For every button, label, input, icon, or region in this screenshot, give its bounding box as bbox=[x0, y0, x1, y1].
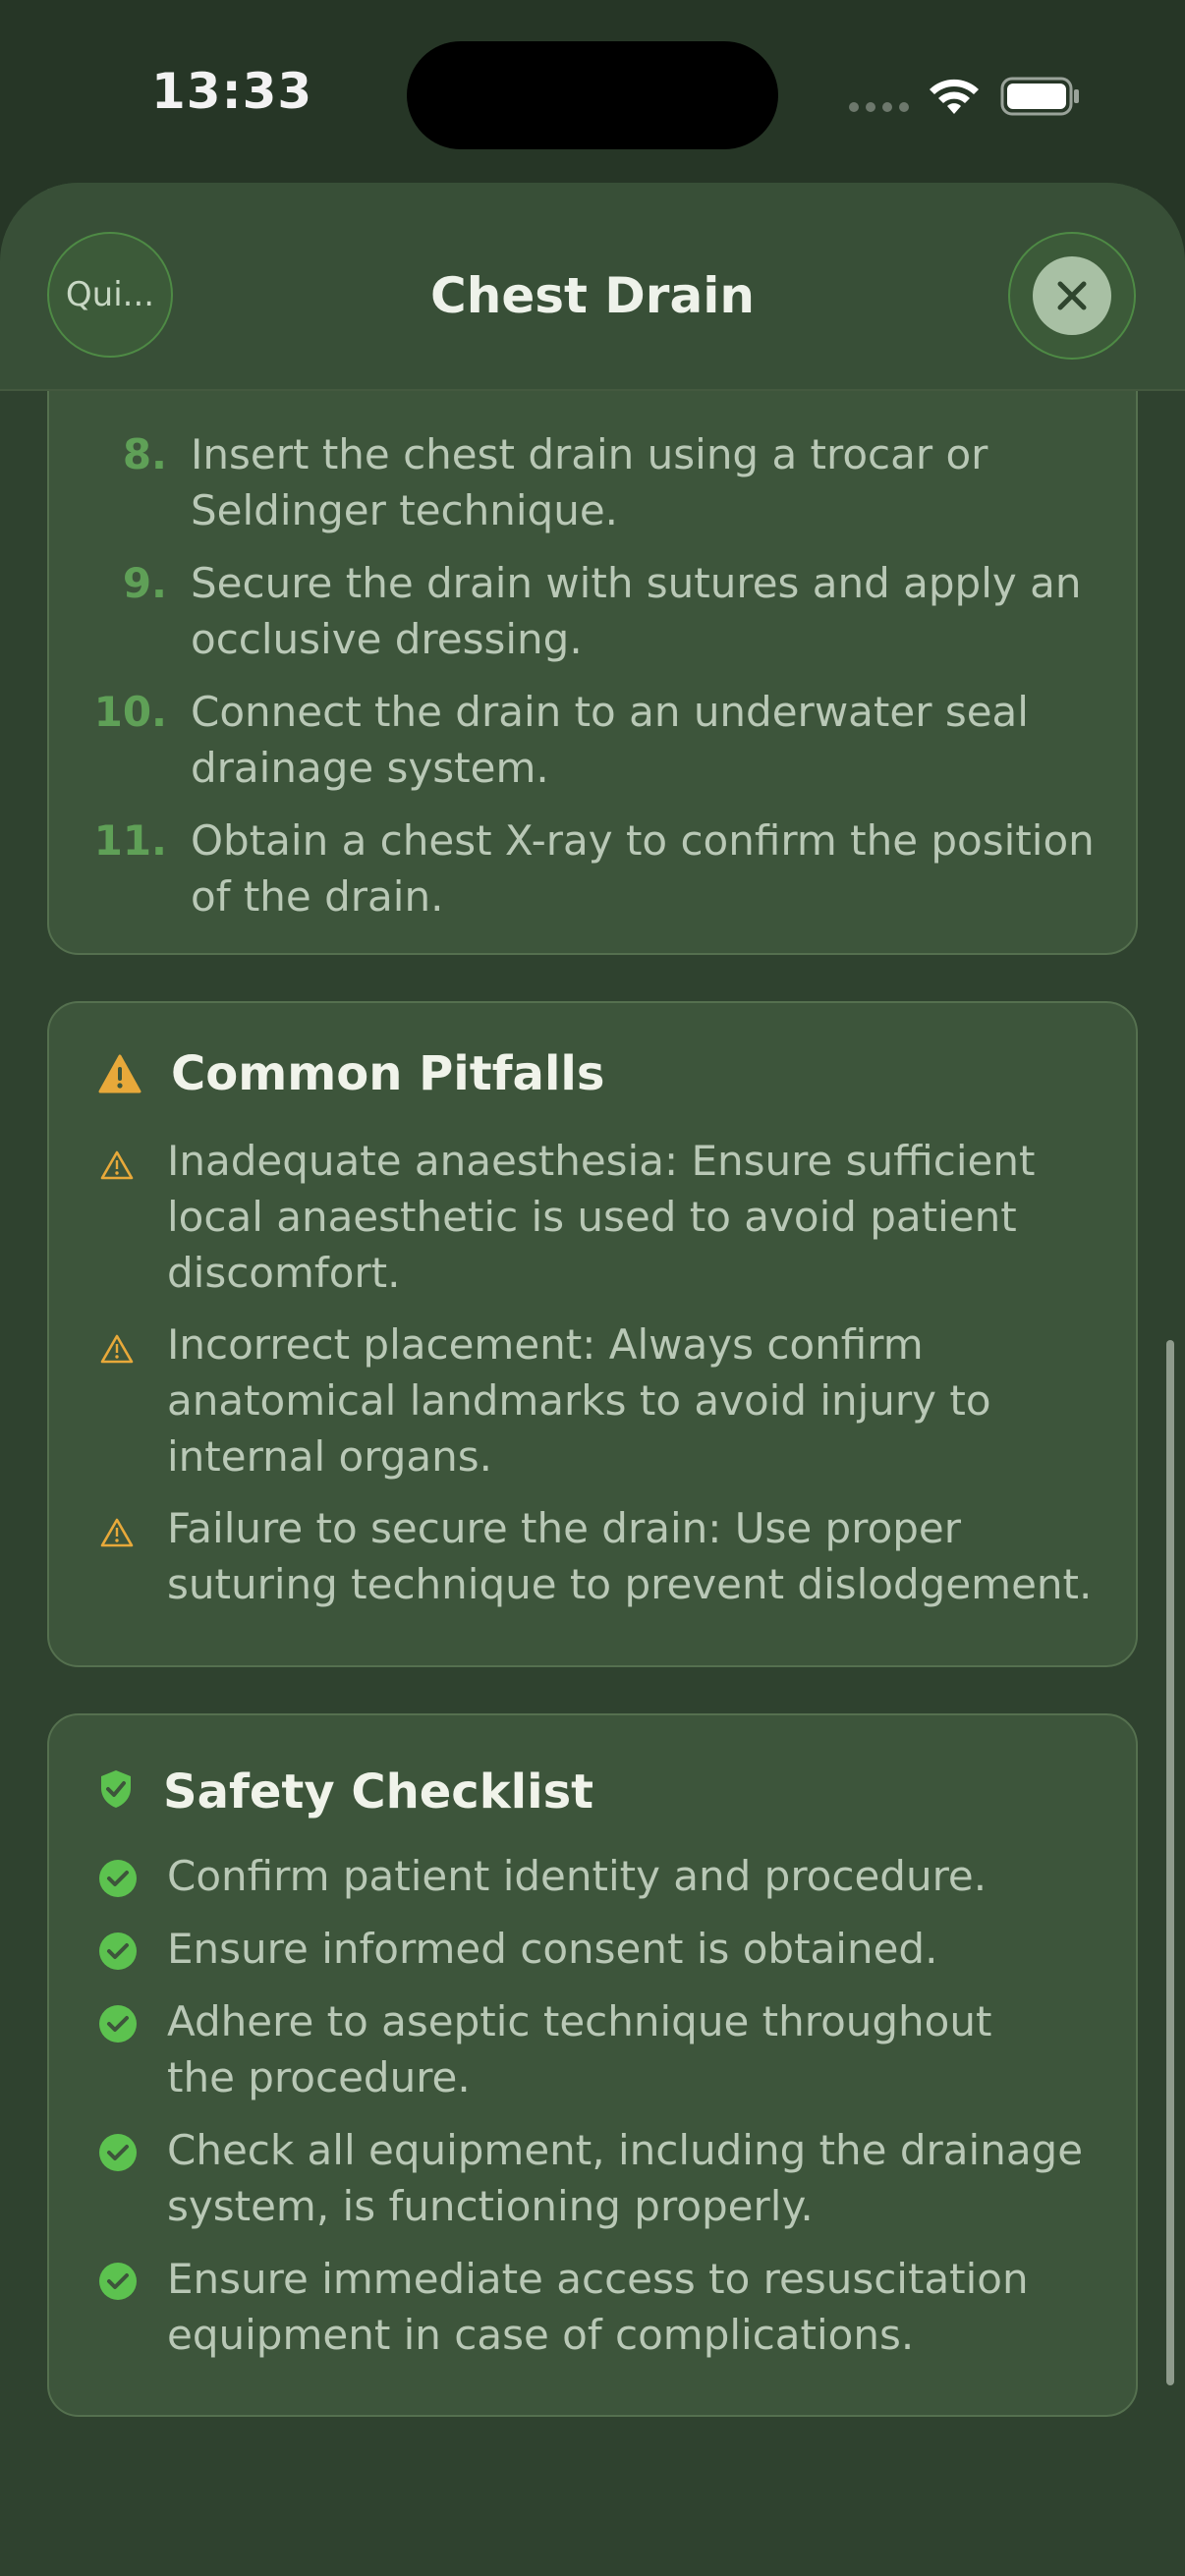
pitfall-text: Inadequate anaesthesia: Ensure sufficien… bbox=[167, 1137, 1036, 1185]
checklist-text: Check all equipment, including the drain… bbox=[167, 2126, 1084, 2174]
procedure-sheet: Qui... Chest Drain 8. Insert the chest d… bbox=[0, 183, 1185, 2576]
pitfall-text: suturing technique to prevent dislodgeme… bbox=[167, 1560, 1093, 1608]
checklist-text: Adhere to aseptic technique throughout bbox=[167, 1997, 992, 2045]
step-text: Obtain a chest X-ray to confirm the posi… bbox=[191, 816, 1095, 865]
checklist-text: Confirm patient identity and procedure. bbox=[167, 1852, 988, 1900]
checklist-text: Ensure informed consent is obtained. bbox=[167, 1925, 938, 1973]
step-number: 8. bbox=[122, 430, 167, 478]
pitfall-text: Failure to secure the drain: Use proper bbox=[167, 1504, 962, 1552]
step-text: Connect the drain to an underwater seal bbox=[191, 688, 1029, 736]
check-circle-icon bbox=[99, 2134, 137, 2171]
scrollbar[interactable] bbox=[1166, 1340, 1174, 2385]
step-text: Seldinger technique. bbox=[191, 486, 619, 534]
pitfall-text: local anaesthetic is used to avoid patie… bbox=[167, 1193, 1017, 1241]
check-circle-icon bbox=[99, 1932, 137, 1970]
pitfall-text: discomfort. bbox=[167, 1249, 401, 1297]
step-text: Secure the drain with sutures and apply … bbox=[191, 559, 1082, 607]
pitfalls-title: Common Pitfalls bbox=[171, 1046, 605, 1101]
warning-icon bbox=[98, 1054, 141, 1093]
cellular-signal-icon bbox=[849, 102, 909, 112]
checklist-title: Safety Checklist bbox=[163, 1764, 594, 1820]
common-pitfalls-card: Common Pitfalls Inadequate anaesthesia: … bbox=[47, 1001, 1138, 1667]
pitfall-text: internal organs. bbox=[167, 1432, 492, 1481]
step-text: of the drain. bbox=[191, 872, 444, 921]
pitfall-text: anatomical landmarks to avoid injury to bbox=[167, 1376, 991, 1425]
step-number: 10. bbox=[93, 688, 167, 736]
checklist-text: the procedure. bbox=[167, 2053, 471, 2101]
checklist-text: system, is functioning properly. bbox=[167, 2182, 814, 2230]
shield-check-icon bbox=[101, 1770, 131, 1808]
sheet-header: Qui... Chest Drain bbox=[0, 183, 1185, 391]
step-text: drainage system. bbox=[191, 744, 549, 792]
wifi-icon bbox=[930, 79, 979, 114]
status-bar: 13:33 bbox=[0, 0, 1185, 187]
step-text: occlusive dressing. bbox=[191, 615, 583, 663]
status-time: 13:33 bbox=[151, 63, 313, 120]
close-icon bbox=[1033, 256, 1111, 335]
dynamic-island bbox=[407, 41, 778, 149]
warning-outline-icon bbox=[100, 1518, 134, 1547]
step-number: 9. bbox=[122, 559, 167, 607]
checklist-text: Ensure immediate access to resuscitation bbox=[167, 2255, 1029, 2303]
step-text: Insert the chest drain using a trocar or bbox=[191, 430, 988, 478]
warning-outline-icon bbox=[100, 1334, 134, 1364]
checklist-text: equipment in case of complications. bbox=[167, 2311, 915, 2359]
pitfall-text: Incorrect placement: Always confirm bbox=[167, 1320, 924, 1369]
step-number: 11. bbox=[93, 816, 167, 865]
check-circle-icon bbox=[99, 2005, 137, 2043]
check-circle-icon bbox=[99, 1860, 137, 1897]
warning-outline-icon bbox=[100, 1150, 134, 1180]
close-button[interactable] bbox=[1008, 232, 1136, 360]
battery-icon bbox=[1000, 77, 1079, 116]
safety-checklist-card: Safety Checklist Confirm patient identit… bbox=[47, 1713, 1138, 2417]
check-circle-icon bbox=[99, 2263, 137, 2300]
